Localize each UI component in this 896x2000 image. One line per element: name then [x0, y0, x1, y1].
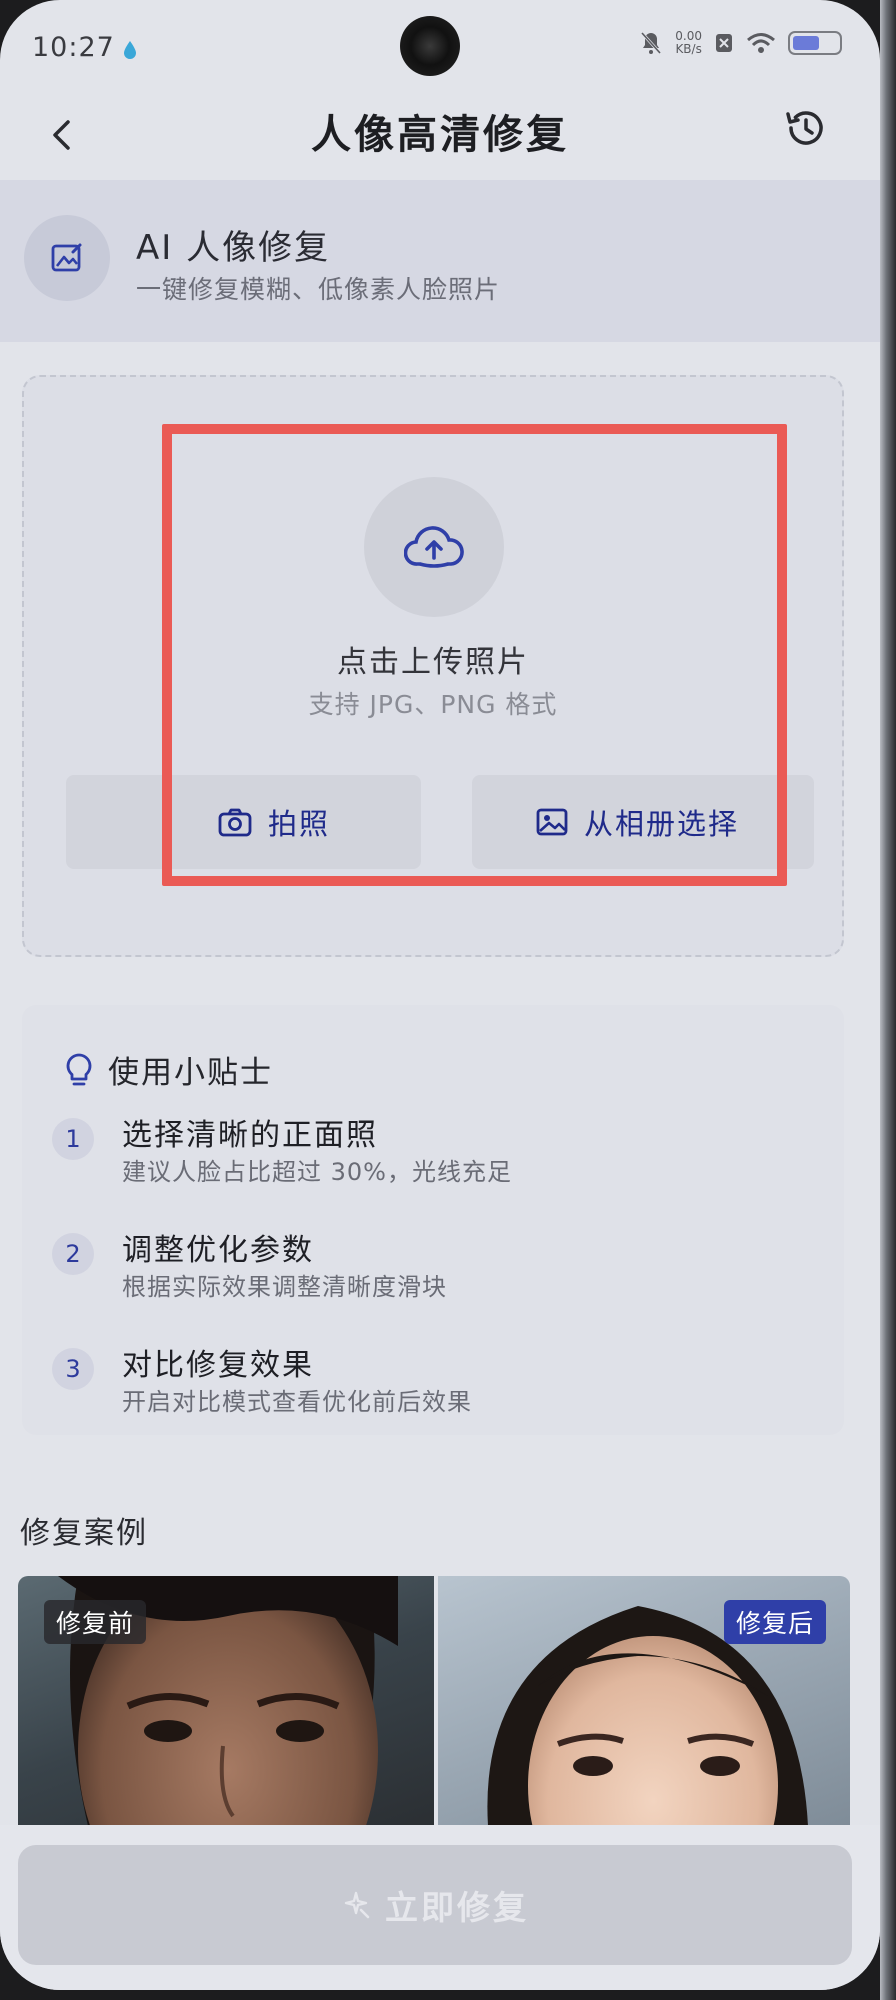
status-bar: 10:27 0.00 KB/s	[0, 0, 880, 90]
highlight-box	[162, 424, 787, 886]
status-icons: 0.00 KB/s	[639, 30, 842, 56]
lightbulb-icon	[66, 1053, 92, 1085]
tip-number: 1	[52, 1118, 94, 1160]
tip-description: 根据实际效果调整清晰度滑块	[122, 1273, 447, 1301]
after-badge: 修复后	[723, 1600, 826, 1644]
device-bezel	[880, 0, 896, 2000]
phone-screen: 10:27 0.00 KB/s 人像高清修复 AI 人像修复 一键修复模糊、低像…	[0, 0, 880, 1990]
before-badge: 修复前	[44, 1600, 147, 1644]
feature-banner: AI 人像修复 一键修复模糊、低像素人脸照片	[0, 180, 880, 342]
tip-number: 3	[52, 1348, 94, 1390]
net-speed-unit: KB/s	[675, 42, 702, 56]
banner-subtitle: 一键修复模糊、低像素人脸照片	[136, 275, 501, 304]
tips-card: 使用小贴士 1 选择清晰的正面照 建议人脸占比超过 30%，光线充足 2 调整优…	[22, 1005, 844, 1435]
tips-heading-label: 使用小贴士	[108, 1055, 273, 1091]
status-time: 10:27	[32, 32, 115, 63]
fix-now-button[interactable]: 立即修复	[18, 1845, 852, 1965]
history-button[interactable]	[776, 98, 836, 158]
tips-heading: 使用小贴士	[64, 1047, 273, 1092]
fix-now-label: 立即修复	[385, 1888, 529, 1927]
image-edit-icon	[51, 243, 82, 272]
page-title: 人像高清修复	[311, 112, 569, 158]
app-header: 人像高清修复	[0, 90, 880, 180]
battery-icon	[788, 31, 842, 55]
wifi-icon	[747, 33, 775, 53]
tip-title: 选择清晰的正面照	[122, 1118, 378, 1153]
tip-title: 调整优化参数	[122, 1233, 314, 1268]
tip-title: 对比修复效果	[122, 1348, 314, 1383]
case-after-image[interactable]: 修复后	[438, 1576, 850, 1826]
banner-icon-wrap	[24, 215, 110, 301]
front-camera	[400, 16, 460, 76]
tip-description: 开启对比模式查看优化前后效果	[122, 1388, 472, 1416]
case-before-image[interactable]: 修复前	[18, 1576, 434, 1826]
tip-description: 建议人脸占比超过 30%，光线充足	[122, 1158, 512, 1186]
banner-title: AI 人像修复	[136, 228, 331, 268]
mute-bell-icon	[641, 31, 662, 55]
notification-drop-icon	[124, 41, 136, 59]
net-speed: 0.00 KB/s	[675, 30, 702, 56]
history-icon	[786, 111, 823, 145]
magic-wand-icon	[344, 1891, 370, 1919]
cases-title: 修复案例	[20, 1516, 148, 1551]
sim-icon	[716, 34, 732, 52]
tip-number: 2	[52, 1233, 94, 1275]
